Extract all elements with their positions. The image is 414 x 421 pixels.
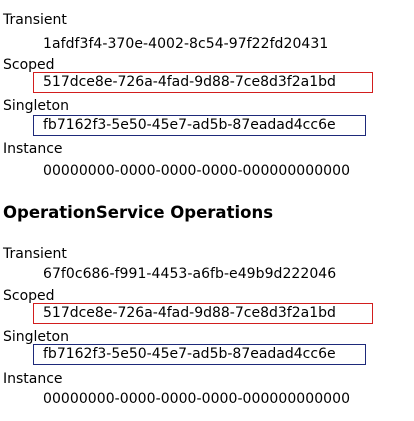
instance-label: Instance xyxy=(3,371,63,387)
transient-value: 67f0c686-f991-4453-a6fb-e49b9d222046 xyxy=(43,266,337,282)
singleton-value: fb7162f3-5e50-45e7-ad5b-87eadad4cc6e xyxy=(43,117,336,133)
scoped-value-highlight: 517dce8e-726a-4fad-9d88-7ce8d3f2a1bd xyxy=(33,72,373,93)
transient-label: Transient xyxy=(3,246,67,262)
scoped-value: 517dce8e-726a-4fad-9d88-7ce8d3f2a1bd xyxy=(43,74,336,90)
operation-service-heading: OperationService Operations xyxy=(3,203,274,222)
transient-value: 1afdf3f4-370e-4002-8c54-97f22fd20431 xyxy=(43,36,329,52)
scoped-value: 517dce8e-726a-4fad-9d88-7ce8d3f2a1bd xyxy=(43,305,336,321)
singleton-value-highlight: fb7162f3-5e50-45e7-ad5b-87eadad4cc6e xyxy=(33,344,366,365)
instance-value: 00000000-0000-0000-0000-000000000000 xyxy=(43,391,351,407)
singleton-label: Singleton xyxy=(3,98,69,114)
instance-value: 00000000-0000-0000-0000-000000000000 xyxy=(43,163,351,179)
scoped-value-highlight: 517dce8e-726a-4fad-9d88-7ce8d3f2a1bd xyxy=(33,303,373,324)
instance-label: Instance xyxy=(3,141,63,157)
transient-label: Transient xyxy=(3,12,67,28)
singleton-value: fb7162f3-5e50-45e7-ad5b-87eadad4cc6e xyxy=(43,346,336,362)
singleton-value-highlight: fb7162f3-5e50-45e7-ad5b-87eadad4cc6e xyxy=(33,115,366,136)
